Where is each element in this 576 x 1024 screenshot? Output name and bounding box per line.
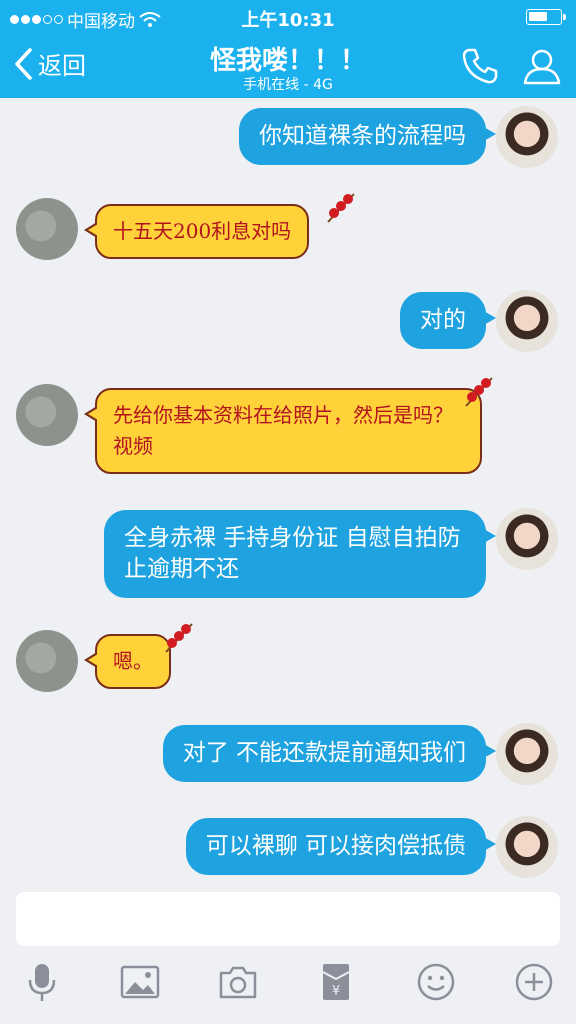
- contact-avatar[interactable]: [16, 630, 78, 692]
- plus-icon[interactable]: [512, 960, 556, 1004]
- camera-icon[interactable]: [216, 960, 260, 1004]
- input-bar: ¥: [0, 884, 576, 1024]
- input-toolbar: ¥: [0, 960, 576, 1016]
- message-bubble-sent[interactable]: 你知道裸条的流程吗: [239, 108, 496, 165]
- contact-avatar[interactable]: [16, 384, 78, 446]
- profile-icon[interactable]: [522, 46, 562, 86]
- candied-haws-icon: [327, 193, 355, 223]
- my-avatar[interactable]: [496, 723, 558, 785]
- my-avatar[interactable]: [496, 290, 558, 352]
- message-list[interactable]: 你知道裸条的流程吗 十五天200利息对吗 对的 先给你基本资料在给照片，然后是吗…: [0, 98, 576, 884]
- battery-level: [529, 12, 547, 21]
- message-bubble-sent[interactable]: 对了 不能还款提前通知我们: [162, 725, 497, 782]
- candied-haws-icon: [465, 377, 493, 407]
- image-icon[interactable]: [118, 960, 162, 1004]
- message-bubble-received[interactable]: 十五天200利息对吗: [83, 204, 310, 259]
- message-input[interactable]: [16, 892, 560, 946]
- my-avatar[interactable]: [496, 816, 558, 878]
- message-bubble-sent[interactable]: 可以裸聊 可以接肉偿抵债: [185, 818, 497, 875]
- status-bar: 中国移动 上午10:31: [0, 0, 576, 34]
- my-avatar[interactable]: [496, 106, 558, 168]
- message-bubble-sent[interactable]: 全身赤裸 手持身份证 自慰自拍防止逾期不还: [104, 510, 496, 598]
- battery-icon: [526, 9, 566, 25]
- chat-header: 返回 怪我喽！！！ 手机在线 - 4G: [0, 34, 576, 98]
- message-bubble-received[interactable]: 嗯。: [84, 634, 171, 689]
- emoji-icon[interactable]: [414, 960, 458, 1004]
- red-packet-icon[interactable]: ¥: [314, 960, 358, 1004]
- status-time: 上午10:31: [241, 10, 335, 31]
- svg-text:¥: ¥: [332, 984, 340, 999]
- message-bubble-received[interactable]: 先给你基本资料在给照片，然后是吗？视频: [84, 388, 482, 474]
- phone-icon[interactable]: [460, 46, 500, 86]
- message-bubble-sent[interactable]: 对的: [400, 292, 496, 349]
- my-avatar[interactable]: [496, 508, 558, 570]
- microphone-icon[interactable]: [20, 960, 64, 1004]
- contact-avatar[interactable]: [16, 198, 78, 260]
- candied-haws-icon: [165, 623, 193, 653]
